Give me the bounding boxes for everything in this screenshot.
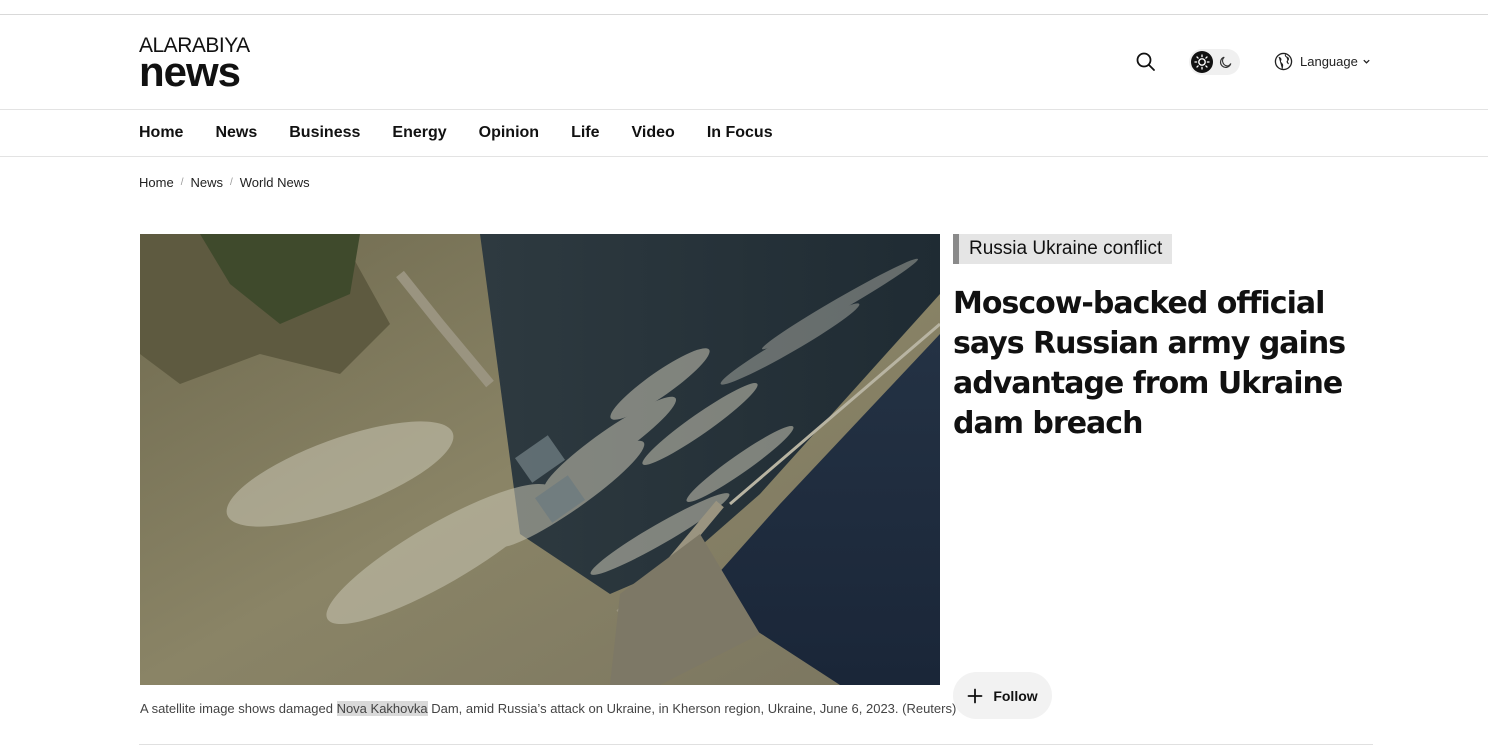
plus-icon [967,688,983,703]
dark-mode-button[interactable] [1217,53,1235,71]
nav-item-opinion[interactable]: Opinion [479,124,539,142]
main-navigation: Home News Business Energy Opinion Life V… [0,110,1488,157]
light-mode-button[interactable] [1191,51,1213,73]
hero-image[interactable] [140,234,940,685]
caption-highlight: Nova Kakhovka [336,701,428,716]
topic-tag-label: Russia Ukraine conflict [969,238,1163,259]
image-caption: A satellite image shows damaged Nova Kak… [140,701,956,716]
theme-toggle[interactable] [1189,49,1240,75]
topic-tag[interactable]: Russia Ukraine conflict [953,234,1173,264]
section-divider [139,744,1373,745]
sun-icon [1194,54,1210,70]
nav-item-news[interactable]: News [215,124,257,142]
nav-item-energy[interactable]: Energy [392,124,446,142]
moon-icon [1220,56,1232,68]
globe-icon [1274,52,1293,70]
breadcrumb-home[interactable]: Home [139,175,174,190]
language-selector[interactable]: Language [1274,51,1371,71]
article-headline: Moscow-backed official says Russian army… [953,286,1346,441]
nav-item-home[interactable]: Home [139,124,183,142]
breadcrumb-separator: / [229,177,233,188]
alarabiya-logo[interactable]: ALARABIYA news [139,35,264,95]
masthead: ALARABIYA news Language [0,15,1488,110]
breadcrumb-news[interactable]: News [190,175,223,190]
breadcrumb-separator: / [180,177,184,188]
satellite-dam-image [140,234,940,685]
nav-item-video[interactable]: Video [632,124,675,142]
chevron-down-icon [1363,59,1370,64]
search-icon [1136,52,1155,71]
follow-label: Follow [993,687,1038,704]
caption-text-after: Dam, amid Russia’s attack on Ukraine, in… [427,701,957,716]
breadcrumb-world-news[interactable]: World News [240,175,310,190]
language-label: Language [1300,53,1358,69]
nav-item-in-focus[interactable]: In Focus [707,124,773,142]
breadcrumb: Home / News / World News [139,175,310,190]
nav-item-business[interactable]: Business [289,124,360,142]
logo-wordmark-bottom: news [139,48,241,95]
search-button[interactable] [1135,51,1157,73]
follow-button[interactable]: Follow [953,672,1052,719]
caption-text-before: A satellite image shows damaged [140,701,337,716]
nav-item-life[interactable]: Life [571,124,599,142]
nav-list: Home News Business Energy Opinion Life V… [139,110,805,156]
